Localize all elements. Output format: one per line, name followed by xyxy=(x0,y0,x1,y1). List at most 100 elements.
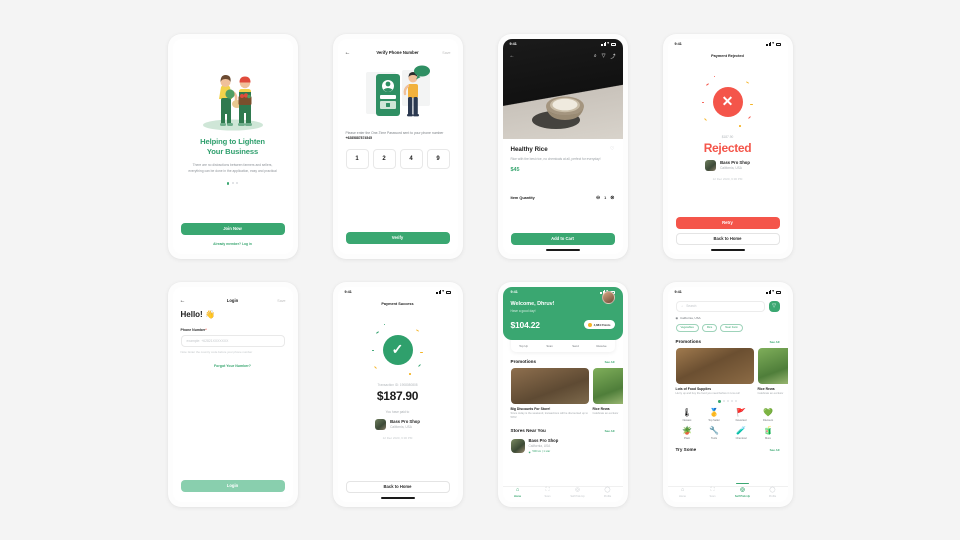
points-badge[interactable]: 4,884 Points xyxy=(583,320,615,329)
promo-title: Rice Rewa xyxy=(592,406,610,411)
category-favorited[interactable]: 🚩 Favorited xyxy=(728,407,755,422)
paid-to-label: You have paid to xyxy=(385,409,410,414)
join-now-button[interactable]: Join Now xyxy=(180,222,285,235)
promo-card[interactable]: Lots of Food Supplies Hurry up and buy t… xyxy=(675,347,754,397)
success-navbar: Payment Success xyxy=(338,298,458,310)
tab-self-pickup[interactable]: ◎ Self Pick-Up xyxy=(728,482,758,498)
screen-home: 9:41 ▾ Welcome, Dhruv! Have a good day! … xyxy=(502,286,623,502)
onboarding-illustration xyxy=(173,55,293,137)
quantity-stepper[interactable]: ⊖ 1 ⊗ xyxy=(596,195,615,201)
try-some-header: Try Some See All xyxy=(668,447,788,452)
promo-description: Celebrate an exclusiv xyxy=(757,392,784,395)
back-to-home-button[interactable]: Back to Home xyxy=(345,480,450,493)
onboarding-footer: Join Now Already member? Log in xyxy=(173,222,293,254)
balance-amount: $104.22 xyxy=(510,319,541,330)
search-input[interactable]: ⌕ Search xyxy=(675,300,765,312)
chip-vegetables[interactable]: Vegetables xyxy=(675,323,699,332)
filter-button[interactable]: ▽ xyxy=(768,300,780,312)
avatar[interactable] xyxy=(601,290,615,304)
promo-title: Rice Rewa xyxy=(757,386,775,391)
status-time: 9:41 xyxy=(510,290,518,294)
decrement-icon[interactable]: ⊖ xyxy=(596,195,600,201)
chip-near-farm[interactable]: Near Farm xyxy=(720,323,744,332)
otp-digit-3[interactable]: 4 xyxy=(399,149,423,170)
back-to-home-button[interactable]: Back to Home xyxy=(675,232,780,245)
stores-title: Stores Near You xyxy=(510,427,546,433)
filter-icon[interactable]: ▽ xyxy=(602,53,606,59)
retry-button[interactable]: Retry xyxy=(675,216,780,229)
save-button[interactable]: Save xyxy=(441,51,450,55)
home-icon: ⌂ xyxy=(680,486,685,493)
status-bar: 9:41 ▾ xyxy=(338,287,458,298)
action-label: Send xyxy=(572,343,579,348)
login-button[interactable]: Login xyxy=(180,479,285,492)
tab-home[interactable]: ⌂ Home xyxy=(503,487,533,498)
phone-number-label: Phone Number* xyxy=(180,327,207,332)
category-newest[interactable]: 🌡 Newest xyxy=(674,408,701,422)
otp-digit-2[interactable]: 2 xyxy=(372,149,396,170)
forgot-number-link[interactable]: Forgot Your Number? xyxy=(181,364,285,368)
promo-card[interactable]: Big Discounts For Store! Since today is … xyxy=(510,367,589,421)
store-list-item[interactable]: Bass Pro Shop California, USA ◉ 500 km |… xyxy=(503,438,623,454)
share-icon[interactable]: ⤴ xyxy=(610,53,615,60)
tab-self-pickup[interactable]: ◎ Self Pick-Up xyxy=(563,487,593,498)
welcome-text: Welcome, Dhruv! xyxy=(510,300,555,307)
tab-home[interactable]: ⌂ Home xyxy=(668,486,698,498)
tab-label: Self Pick-Up xyxy=(570,494,585,498)
tab-scan[interactable]: ⛶ Scan xyxy=(533,487,563,498)
try-some-see-all[interactable]: See All xyxy=(770,448,780,452)
tab-profile[interactable]: ◯ Profile xyxy=(758,487,788,498)
dot-1[interactable] xyxy=(226,182,229,185)
dot-2[interactable] xyxy=(231,182,234,185)
category-more[interactable]: 🧃 More xyxy=(755,426,782,440)
save-button[interactable]: Save xyxy=(276,299,285,303)
store-name: Bass Pro Shop xyxy=(528,437,559,443)
favorite-heart-icon[interactable]: ♡ xyxy=(610,146,614,152)
status-bar: 9:41 ▾ xyxy=(503,39,623,50)
back-arrow-icon[interactable]: ← xyxy=(510,53,515,59)
tab-label: Profile xyxy=(603,494,612,498)
category-label: Favorited xyxy=(735,418,747,422)
battery-icon xyxy=(775,291,781,294)
otp-digit-1[interactable]: 1 xyxy=(345,149,369,170)
promotions-carousel[interactable]: Lots of Food Supplies Hurry up and buy t… xyxy=(668,347,788,397)
battery-icon xyxy=(775,43,781,46)
screen-marketplace: 9:41 ▾ ⌕ Search ▽ ◉ California, USA Vege… xyxy=(667,286,788,502)
search-icon[interactable]: ⌕ xyxy=(594,53,597,59)
back-arrow-icon[interactable]: ← xyxy=(345,50,355,56)
promotions-see-all[interactable]: See All xyxy=(770,340,780,344)
verify-button[interactable]: Verify xyxy=(345,231,450,244)
filter-chips: Vegetables Rice Near Farm xyxy=(668,323,788,332)
phone-number-note: Note: Enter the country code before your… xyxy=(180,350,253,354)
otp-digit-4[interactable]: 9 xyxy=(426,149,450,170)
back-arrow-icon[interactable]: ← xyxy=(180,298,190,304)
stores-see-all[interactable]: See All xyxy=(605,429,615,433)
tab-scan[interactable]: ⛶ Scan xyxy=(698,487,728,498)
category-discount[interactable]: 💚 Discount xyxy=(755,408,782,422)
promotions-see-all[interactable]: See All xyxy=(605,360,615,364)
promo-description: Since today is the weekend, transactions… xyxy=(510,412,588,420)
category-plant[interactable]: 🪴 Plant xyxy=(674,426,701,440)
promo-card[interactable]: Rice Rewa Celebrate an exclusiv xyxy=(757,347,788,397)
phone-number-input[interactable]: example: +62821XXXXXXX xyxy=(180,335,285,347)
favorited-icon: 🚩 xyxy=(736,407,746,417)
increment-icon[interactable]: ⊗ xyxy=(610,195,614,201)
login-form: Hello! 👋 Phone Number* example: +62821XX… xyxy=(173,307,293,368)
chip-rice[interactable]: Rice xyxy=(701,323,718,332)
success-burst: ✓ xyxy=(370,322,426,378)
status-icons: ▾ xyxy=(766,290,781,294)
onboarding-description: There are no distractions between farmer… xyxy=(188,163,277,173)
promotions-carousel[interactable]: Big Discounts For Store! Since today is … xyxy=(503,367,623,421)
dot-3[interactable] xyxy=(236,182,239,185)
location-row[interactable]: ◉ California, USA xyxy=(668,316,788,320)
category-label: Newest xyxy=(682,418,692,422)
merchant-name: Bass Pro Shop xyxy=(720,159,750,165)
category-chemical[interactable]: 🧪 Chemical xyxy=(728,426,755,440)
add-to-cart-button[interactable]: Add to Cart xyxy=(510,232,615,245)
category-top-seller[interactable]: 🥇 Top Seller xyxy=(701,408,728,422)
tab-profile[interactable]: ◯ Profile xyxy=(593,487,623,498)
rejected-status-text: Rejected xyxy=(703,140,752,155)
signal-icon xyxy=(766,290,771,294)
promo-card[interactable]: Rice Rewa Celebrate an exclusiv xyxy=(592,367,623,421)
category-tools[interactable]: 🔧 Tools xyxy=(701,426,728,440)
